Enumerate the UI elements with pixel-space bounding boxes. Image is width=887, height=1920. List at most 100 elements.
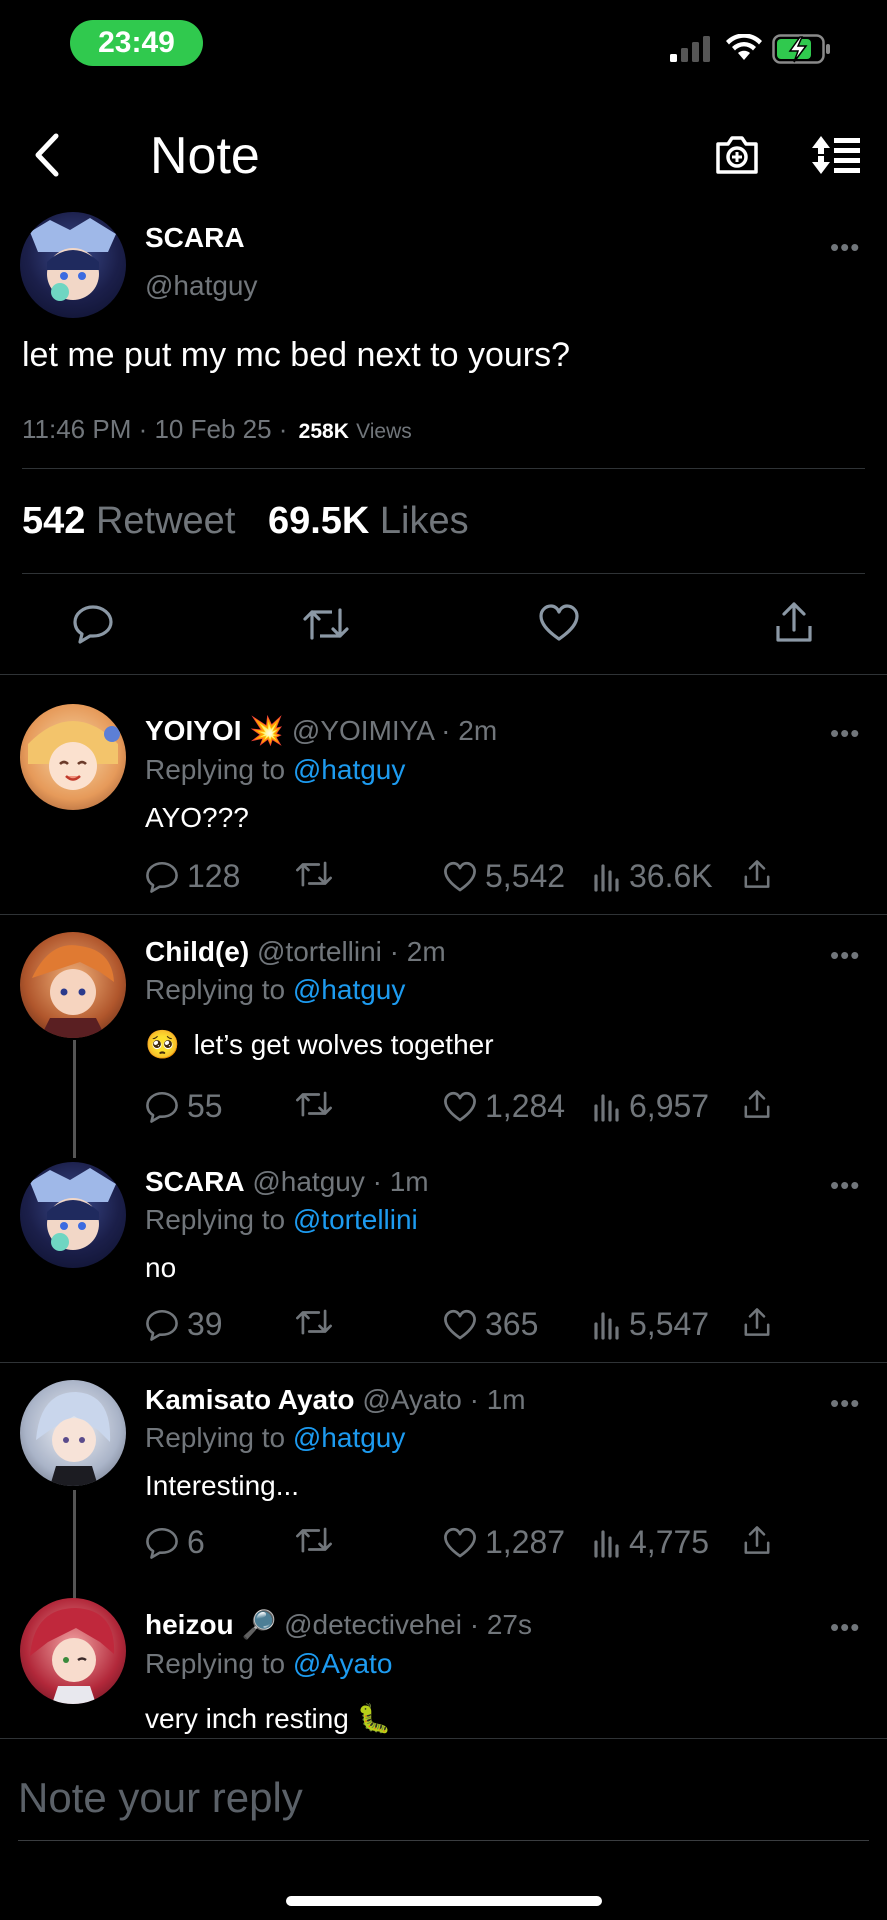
views-count: 4,775 (629, 1524, 710, 1560)
more-options-icon[interactable]: ••• (830, 1388, 860, 1419)
avatar[interactable] (20, 1380, 126, 1486)
sort-icon[interactable] (810, 134, 862, 176)
reply-text-body: very inch resting (145, 1703, 349, 1734)
like-button[interactable]: 365 (443, 1306, 538, 1343)
comment-button[interactable]: 39 (145, 1306, 223, 1343)
reply-actions: 6 1,287 4,775 (145, 1524, 785, 1564)
reply-text: AYO??? (145, 802, 249, 833)
avatar[interactable] (20, 212, 126, 318)
comment-count: 55 (187, 1088, 223, 1124)
display-name[interactable]: Kamisato Ayato (145, 1384, 355, 1415)
replying-to-link[interactable]: @Ayato (293, 1648, 393, 1679)
replying-to-link[interactable]: @hatguy (293, 974, 406, 1005)
reply-header: heizou 🔎 @detectivehei · 27s (145, 1608, 532, 1641)
more-options-icon[interactable]: ••• (830, 1170, 860, 1201)
engagement-stats: 542 Retweet 69.5K Likes (22, 500, 469, 543)
avatar[interactable] (20, 704, 126, 810)
display-name[interactable]: heizou (145, 1609, 234, 1640)
replying-to: Replying to @tortellini (145, 1204, 418, 1236)
likes-label[interactable]: Likes (380, 500, 469, 542)
cellular-signal-icon (670, 36, 710, 62)
share-button[interactable] (743, 1088, 771, 1120)
comment-count: 128 (187, 858, 241, 894)
reply-text-body: let’s get wolves together (193, 1029, 494, 1060)
badge-emoji: 🔎 (241, 1609, 277, 1640)
share-button[interactable] (743, 858, 771, 890)
status-time: 23:49 (70, 20, 203, 66)
display-name[interactable]: SCARA (145, 1166, 245, 1197)
retweet-label[interactable]: Retweet (96, 500, 235, 542)
reply-text: Interesting... (145, 1470, 300, 1501)
views-chart-icon (594, 1529, 619, 1558)
share-button[interactable] (743, 1306, 771, 1338)
retweet-icon (296, 1091, 332, 1117)
reply-actions: 128 5,542 36.6K (145, 858, 785, 898)
retweet-count: 542 (22, 500, 86, 542)
like-count: 5,542 (485, 858, 566, 894)
camera-plus-icon[interactable] (714, 134, 760, 176)
like-button[interactable]: 1,287 (443, 1524, 565, 1561)
more-options-icon[interactable]: ••• (830, 940, 860, 971)
reply-header: Child(e) @tortellini · 2m (145, 936, 446, 968)
post-meta: 11:46 PM · 10 Feb 25 · 258K Views (22, 414, 412, 445)
divider (18, 1840, 869, 1841)
handle[interactable]: @hatguy (145, 270, 258, 302)
display-name[interactable]: Child(e) (145, 936, 249, 967)
handle-time[interactable]: @hatguy · 1m (252, 1166, 428, 1197)
display-name[interactable]: YOIYOI (145, 715, 241, 746)
comment-button[interactable]: 6 (145, 1524, 205, 1561)
share-icon[interactable] (774, 600, 814, 644)
battery-charging-icon (772, 34, 830, 64)
retweet-button[interactable] (295, 1524, 333, 1556)
comment-button[interactable]: 128 (145, 858, 240, 895)
avatar[interactable] (20, 1162, 126, 1268)
share-icon (744, 1308, 770, 1336)
comment-button[interactable]: 55 (145, 1088, 223, 1125)
like-icon[interactable] (538, 604, 580, 642)
retweet-button[interactable] (295, 858, 333, 890)
handle-time[interactable]: @detectivehei · 27s (284, 1609, 532, 1640)
handle-time[interactable]: @Ayato · 1m (362, 1384, 525, 1415)
comment-count: 39 (187, 1306, 223, 1342)
comment-icon[interactable] (72, 604, 114, 644)
views-button[interactable]: 6,957 (593, 1088, 709, 1125)
views-button[interactable]: 4,775 (593, 1524, 709, 1561)
comment-icon (146, 1309, 178, 1341)
more-options-icon[interactable]: ••• (830, 232, 860, 263)
views-chart-icon (594, 1093, 619, 1122)
handle-time[interactable]: @tortellini · 2m (257, 936, 446, 967)
avatar[interactable] (20, 932, 126, 1038)
like-button[interactable]: 1,284 (443, 1088, 565, 1125)
retweet-icon[interactable] (302, 604, 350, 644)
replying-to-link[interactable]: @hatguy (293, 1422, 406, 1453)
views-button[interactable]: 5,547 (593, 1306, 709, 1343)
back-icon[interactable] (30, 132, 62, 178)
views-chart-icon (594, 1311, 619, 1340)
more-options-icon[interactable]: ••• (830, 718, 860, 749)
retweet-button[interactable] (295, 1306, 333, 1338)
reply-input[interactable] (16, 1766, 860, 1830)
likes-count: 69.5K (267, 500, 370, 542)
reply-header: YOIYOI 💥 @YOIMIYA · 2m (145, 714, 497, 747)
share-icon (744, 860, 770, 888)
like-count: 1,284 (485, 1088, 566, 1124)
reply-actions: 55 1,284 6,957 (145, 1088, 785, 1128)
views-label: Views (356, 420, 412, 443)
retweet-button[interactable] (295, 1088, 333, 1120)
views-button[interactable]: 36.6K (593, 858, 713, 895)
handle-time[interactable]: @YOIMIYA · 2m (292, 715, 497, 746)
replying-to-link[interactable]: @tortellini (293, 1204, 418, 1235)
reply-actions: 39 365 5,547 (145, 1306, 785, 1346)
replying-to-label: Replying to (145, 1648, 286, 1679)
avatar[interactable] (20, 1598, 126, 1704)
like-button[interactable]: 5,542 (443, 858, 565, 895)
page-title: Note (150, 127, 260, 185)
more-options-icon[interactable]: ••• (830, 1612, 860, 1643)
comment-icon (146, 1091, 178, 1123)
retweet-icon (296, 1309, 332, 1335)
share-button[interactable] (743, 1524, 771, 1556)
display-name[interactable]: SCARA (145, 222, 245, 254)
retweet-icon (296, 861, 332, 887)
pleading-emoji: 🥺 (145, 1029, 180, 1060)
replying-to-link[interactable]: @hatguy (293, 754, 406, 785)
